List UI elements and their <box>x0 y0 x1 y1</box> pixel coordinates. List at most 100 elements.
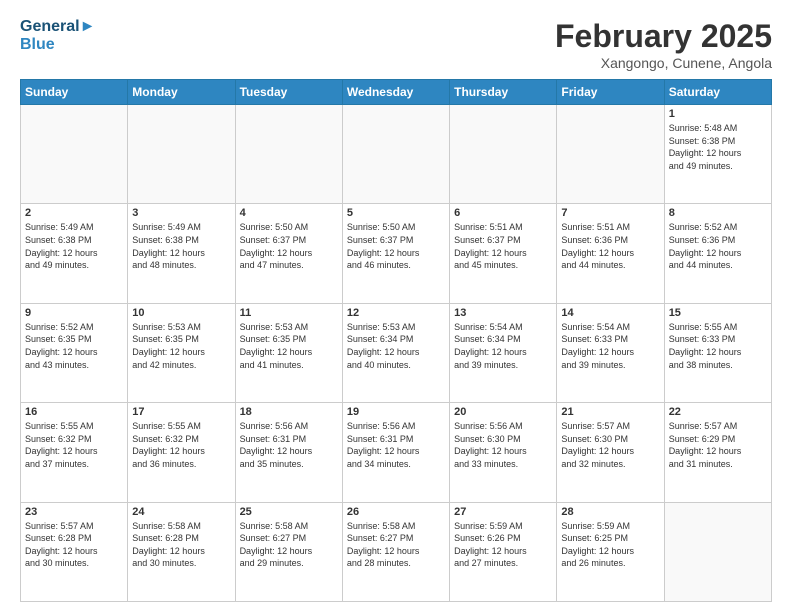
calendar-cell: 11Sunrise: 5:53 AM Sunset: 6:35 PM Dayli… <box>235 303 342 402</box>
page: General► Blue February 2025 Xangongo, Cu… <box>0 0 792 612</box>
day-number: 14 <box>561 307 659 319</box>
day-number: 4 <box>240 207 338 219</box>
day-info: Sunrise: 5:56 AM Sunset: 6:31 PM Dayligh… <box>347 420 445 470</box>
weekday-header: Friday <box>557 80 664 105</box>
day-info: Sunrise: 5:58 AM Sunset: 6:27 PM Dayligh… <box>240 520 338 570</box>
day-number: 20 <box>454 406 552 418</box>
weekday-header: Sunday <box>21 80 128 105</box>
day-number: 12 <box>347 307 445 319</box>
day-number: 25 <box>240 506 338 518</box>
calendar-cell: 6 Sunrise: 5:51 AM Sunset: 6:37 PM Daylig… <box>450 204 557 303</box>
day-number: 5 <box>347 207 445 219</box>
calendar-cell: 12 Sunrise: 5:53 AM Sunset: 6:34 PM Dayli… <box>342 303 449 402</box>
day-info: Sunrise: 5:55 AM Sunset: 6:32 PM Dayligh… <box>132 420 230 470</box>
calendar-cell: 27 Sunrise: 5:59 AM Sunset: 6:26 PM Dayli… <box>450 502 557 601</box>
day-info: Sunrise: 5:55 AM Sunset: 6:32 PM Dayligh… <box>25 420 123 470</box>
day-number: 24 <box>132 506 230 518</box>
day-info: Sunrise: 5:57 AM Sunset: 6:28 PM Dayligh… <box>25 520 123 570</box>
day-number: 1 <box>669 108 767 120</box>
location: Xangongo, Cunene, Angola <box>555 55 772 71</box>
calendar-cell: 17 Sunrise: 5:55 AM Sunset: 6:32 PM Dayli… <box>128 403 235 502</box>
calendar-cell: 15 Sunrise: 5:55 AM Sunset: 6:33 PM Dayli… <box>664 303 771 402</box>
calendar-cell: 20 Sunrise: 5:56 AM Sunset: 6:30 PM Dayli… <box>450 403 557 502</box>
calendar-week-row: 2 Sunrise: 5:49 AM Sunset: 6:38 PM Daylig… <box>21 204 772 303</box>
calendar-week-row: 1 Sunrise: 5:48 AM Sunset: 6:38 PM Daylig… <box>21 105 772 204</box>
title-block: February 2025 Xangongo, Cunene, Angola <box>555 18 772 71</box>
day-info: Sunrise: 5:58 AM Sunset: 6:28 PM Dayligh… <box>132 520 230 570</box>
day-info: Sunrise: 5:53 AM Sunset: 6:35 PM Dayligh… <box>132 321 230 371</box>
calendar-cell: 24 Sunrise: 5:58 AM Sunset: 6:28 PM Dayli… <box>128 502 235 601</box>
day-info: Sunrise: 5:51 AM Sunset: 6:37 PM Dayligh… <box>454 221 552 271</box>
header: General► Blue February 2025 Xangongo, Cu… <box>20 18 772 71</box>
day-number: 8 <box>669 207 767 219</box>
calendar-cell: 18 Sunrise: 5:56 AM Sunset: 6:31 PM Dayli… <box>235 403 342 502</box>
day-info: Sunrise: 5:52 AM Sunset: 6:35 PM Dayligh… <box>25 321 123 371</box>
calendar-cell: 16 Sunrise: 5:55 AM Sunset: 6:32 PM Dayli… <box>21 403 128 502</box>
day-info: Sunrise: 5:49 AM Sunset: 6:38 PM Dayligh… <box>132 221 230 271</box>
calendar-cell: 25 Sunrise: 5:58 AM Sunset: 6:27 PM Dayli… <box>235 502 342 601</box>
day-number: 6 <box>454 207 552 219</box>
calendar-cell: 22 Sunrise: 5:57 AM Sunset: 6:29 PM Dayli… <box>664 403 771 502</box>
day-info: Sunrise: 5:55 AM Sunset: 6:33 PM Dayligh… <box>669 321 767 371</box>
calendar-cell: 4 Sunrise: 5:50 AM Sunset: 6:37 PM Daylig… <box>235 204 342 303</box>
day-number: 22 <box>669 406 767 418</box>
day-info: Sunrise: 5:53 AM Sunset: 6:34 PM Dayligh… <box>347 321 445 371</box>
calendar-cell <box>21 105 128 204</box>
calendar-cell: 23 Sunrise: 5:57 AM Sunset: 6:28 PM Dayli… <box>21 502 128 601</box>
day-info: Sunrise: 5:51 AM Sunset: 6:36 PM Dayligh… <box>561 221 659 271</box>
calendar-table: SundayMondayTuesdayWednesdayThursdayFrid… <box>20 79 772 602</box>
calendar-week-row: 9 Sunrise: 5:52 AM Sunset: 6:35 PM Daylig… <box>21 303 772 402</box>
calendar-cell <box>664 502 771 601</box>
logo: General► Blue <box>20 18 95 53</box>
day-number: 2 <box>25 207 123 219</box>
calendar-cell: 26Sunrise: 5:58 AM Sunset: 6:27 PM Dayli… <box>342 502 449 601</box>
day-info: Sunrise: 5:56 AM Sunset: 6:30 PM Dayligh… <box>454 420 552 470</box>
calendar-cell <box>557 105 664 204</box>
day-number: 11 <box>240 307 338 319</box>
calendar-cell: 21 Sunrise: 5:57 AM Sunset: 6:30 PM Dayli… <box>557 403 664 502</box>
day-number: 17 <box>132 406 230 418</box>
day-info: Sunrise: 5:59 AM Sunset: 6:25 PM Dayligh… <box>561 520 659 570</box>
day-number: 7 <box>561 207 659 219</box>
calendar-cell: 19Sunrise: 5:56 AM Sunset: 6:31 PM Dayli… <box>342 403 449 502</box>
day-info: Sunrise: 5:50 AM Sunset: 6:37 PM Dayligh… <box>347 221 445 271</box>
day-number: 9 <box>25 307 123 319</box>
day-info: Sunrise: 5:56 AM Sunset: 6:31 PM Dayligh… <box>240 420 338 470</box>
day-number: 10 <box>132 307 230 319</box>
day-number: 18 <box>240 406 338 418</box>
weekday-header: Saturday <box>664 80 771 105</box>
day-number: 13 <box>454 307 552 319</box>
calendar-cell: 14 Sunrise: 5:54 AM Sunset: 6:33 PM Dayli… <box>557 303 664 402</box>
day-info: Sunrise: 5:52 AM Sunset: 6:36 PM Dayligh… <box>669 221 767 271</box>
calendar-cell: 5 Sunrise: 5:50 AM Sunset: 6:37 PM Daylig… <box>342 204 449 303</box>
day-number: 16 <box>25 406 123 418</box>
day-number: 28 <box>561 506 659 518</box>
weekday-header: Tuesday <box>235 80 342 105</box>
weekday-header: Monday <box>128 80 235 105</box>
day-number: 27 <box>454 506 552 518</box>
day-info: Sunrise: 5:48 AM Sunset: 6:38 PM Dayligh… <box>669 122 767 172</box>
day-info: Sunrise: 5:59 AM Sunset: 6:26 PM Dayligh… <box>454 520 552 570</box>
day-number: 3 <box>132 207 230 219</box>
day-number: 23 <box>25 506 123 518</box>
calendar-cell: 1 Sunrise: 5:48 AM Sunset: 6:38 PM Daylig… <box>664 105 771 204</box>
weekday-header: Thursday <box>450 80 557 105</box>
calendar-cell: 8 Sunrise: 5:52 AM Sunset: 6:36 PM Daylig… <box>664 204 771 303</box>
calendar-cell: 7 Sunrise: 5:51 AM Sunset: 6:36 PM Daylig… <box>557 204 664 303</box>
calendar-cell: 13 Sunrise: 5:54 AM Sunset: 6:34 PM Dayli… <box>450 303 557 402</box>
calendar-cell <box>235 105 342 204</box>
day-info: Sunrise: 5:54 AM Sunset: 6:33 PM Dayligh… <box>561 321 659 371</box>
day-info: Sunrise: 5:57 AM Sunset: 6:29 PM Dayligh… <box>669 420 767 470</box>
calendar-cell: 2Sunrise: 5:49 AM Sunset: 6:38 PM Daylig… <box>21 204 128 303</box>
day-number: 15 <box>669 307 767 319</box>
calendar-cell <box>342 105 449 204</box>
day-info: Sunrise: 5:50 AM Sunset: 6:37 PM Dayligh… <box>240 221 338 271</box>
day-info: Sunrise: 5:54 AM Sunset: 6:34 PM Dayligh… <box>454 321 552 371</box>
day-number: 21 <box>561 406 659 418</box>
day-info: Sunrise: 5:57 AM Sunset: 6:30 PM Dayligh… <box>561 420 659 470</box>
calendar-cell: 28 Sunrise: 5:59 AM Sunset: 6:25 PM Dayli… <box>557 502 664 601</box>
calendar-week-row: 23 Sunrise: 5:57 AM Sunset: 6:28 PM Dayli… <box>21 502 772 601</box>
calendar-cell: 9 Sunrise: 5:52 AM Sunset: 6:35 PM Daylig… <box>21 303 128 402</box>
month-title: February 2025 <box>555 18 772 55</box>
calendar-cell <box>450 105 557 204</box>
